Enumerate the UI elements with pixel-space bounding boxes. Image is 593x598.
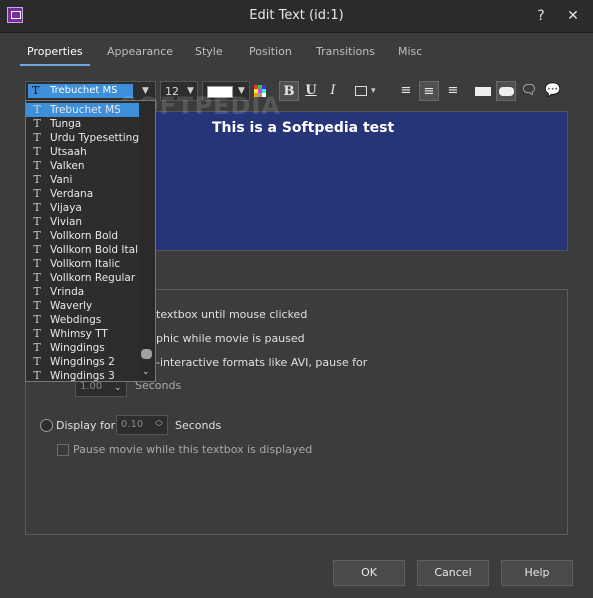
chevron-down-icon: ▾ [371, 86, 376, 96]
display-for-label: Display for [56, 419, 116, 432]
preview-text: This is a Softpedia test [212, 120, 395, 136]
align-right-button[interactable]: ≡ [443, 81, 463, 101]
font-type-icon: T [33, 299, 41, 312]
tab-misc[interactable]: Misc [398, 45, 422, 58]
list-item[interactable]: T Vollkorn Regular [26, 271, 140, 285]
list-item[interactable]: T Vrinda [26, 285, 140, 299]
display-seconds-value: 0.10 [121, 419, 144, 430]
close-button[interactable]: ✕ [562, 6, 584, 26]
list-item[interactable]: T Trebuchet MS [26, 103, 140, 117]
option-hide-graphic-label: phic while movie is paused [156, 332, 305, 345]
font-type-icon: T [33, 285, 41, 298]
list-item[interactable]: T Verdana [26, 187, 140, 201]
pause-movie-checkbox[interactable] [57, 444, 69, 456]
font-type-icon: T [33, 243, 41, 256]
list-item[interactable]: T Tunga [26, 117, 140, 131]
tab-appearance[interactable]: Appearance [107, 45, 173, 58]
font-type-icon: T [32, 84, 40, 97]
cancel-button[interactable]: Cancel [417, 560, 489, 586]
tab-transitions[interactable]: Transitions [316, 45, 375, 58]
font-type-icon: T [33, 229, 41, 242]
chevron-down-icon: ⌄ [114, 383, 122, 393]
align-center-button[interactable]: ≡ [419, 81, 439, 101]
tab-properties[interactable]: Properties [27, 45, 83, 58]
list-item[interactable]: T Whimsy TT [26, 327, 140, 341]
align-right-icon: ≡ [447, 83, 459, 98]
font-type-icon: T [33, 369, 41, 382]
font-type-icon: T [33, 117, 41, 130]
option-noninteractive-label: -interactive formats like AVI, pause for [156, 356, 368, 369]
help-button[interactable]: Help [501, 560, 573, 586]
active-tab-indicator [20, 64, 90, 66]
font-type-icon: T [33, 313, 41, 326]
scroll-down-icon[interactable]: ⌄ [142, 367, 150, 377]
scrollbar-thumb[interactable] [141, 349, 152, 359]
font-select-value: Trebuchet MS [28, 84, 133, 98]
display-seconds-spinner[interactable]: 0.10 ︿ ﹀ [116, 415, 168, 435]
font-type-icon: T [33, 103, 41, 116]
font-type-icon: T [33, 145, 41, 158]
thought-bubble-icon: 💬 [544, 83, 562, 98]
underline-button[interactable]: U [301, 81, 321, 101]
list-item[interactable]: T Urdu Typesetting [26, 131, 140, 145]
list-item[interactable]: T Valken [26, 159, 140, 173]
font-type-icon: T [33, 271, 41, 284]
shape-thought-button[interactable]: 💬 [543, 81, 563, 101]
align-center-icon: ≡ [423, 84, 435, 99]
list-item[interactable]: T Vani [26, 173, 140, 187]
pause-seconds-value: 1.00 [80, 381, 103, 392]
list-scrollbar[interactable]: ⌄ [139, 101, 155, 381]
list-item[interactable]: T Webdings [26, 313, 140, 327]
spinner-arrows-icon[interactable]: ︿ ﹀ [155, 416, 163, 432]
shape-callout-button[interactable]: 🗨 [519, 81, 539, 101]
window-title: Edit Text (id:1) [249, 8, 344, 23]
font-type-icon: T [33, 159, 41, 172]
list-item[interactable]: T Vivian [26, 215, 140, 229]
font-type-icon: T [33, 173, 41, 186]
font-type-icon: T [33, 187, 41, 200]
list-item[interactable]: T Vollkorn Bold [26, 229, 140, 243]
font-type-icon: T [33, 257, 41, 270]
speech-bubble-icon: 🗨 [520, 83, 538, 98]
align-left-button[interactable]: ≡ [396, 81, 416, 101]
rounded-rect-icon [499, 87, 514, 96]
shape-rounded-button[interactable] [496, 81, 516, 101]
list-item[interactable]: T Wingdings 2 [26, 355, 140, 369]
font-type-icon: T [33, 355, 41, 368]
font-type-icon: T [33, 327, 41, 340]
ok-button[interactable]: OK [333, 560, 405, 586]
list-item[interactable]: T Wingdings 3 [26, 369, 140, 382]
font-dropdown-list[interactable]: T Trebuchet MS T Tunga T Urdu Typesetting T… [25, 100, 156, 382]
font-type-icon: T [33, 215, 41, 228]
help-title-button[interactable]: ? [530, 6, 552, 26]
list-item[interactable]: T Utsaah [26, 145, 140, 159]
list-item[interactable]: T Wingdings [26, 341, 140, 355]
list-item[interactable]: T Vollkorn Bold Italic [26, 243, 146, 257]
option-hold-textbox-label: textbox until mouse clicked [156, 308, 308, 321]
align-left-icon: ≡ [400, 83, 412, 98]
font-type-icon: T [33, 201, 41, 214]
list-icon [355, 86, 367, 96]
display-unit-label: Seconds [175, 419, 222, 432]
list-item[interactable]: T Waverly [26, 299, 140, 313]
shape-rectangle-button[interactable] [473, 81, 493, 101]
bold-button[interactable]: B [279, 81, 299, 101]
italic-button[interactable]: I [323, 81, 343, 101]
pause-movie-label: Pause movie while this textbox is displa… [73, 443, 313, 456]
font-type-icon: T [33, 131, 41, 144]
list-item[interactable]: T Vollkorn Italic [26, 257, 140, 271]
display-for-radio[interactable] [40, 419, 53, 432]
list-style-button[interactable]: ▾ [353, 81, 381, 101]
list-item[interactable]: T Vijaya [26, 201, 140, 215]
rectangle-icon [475, 87, 491, 96]
font-type-icon: T [33, 341, 41, 354]
tab-position[interactable]: Position [249, 45, 292, 58]
tab-style[interactable]: Style [195, 45, 223, 58]
